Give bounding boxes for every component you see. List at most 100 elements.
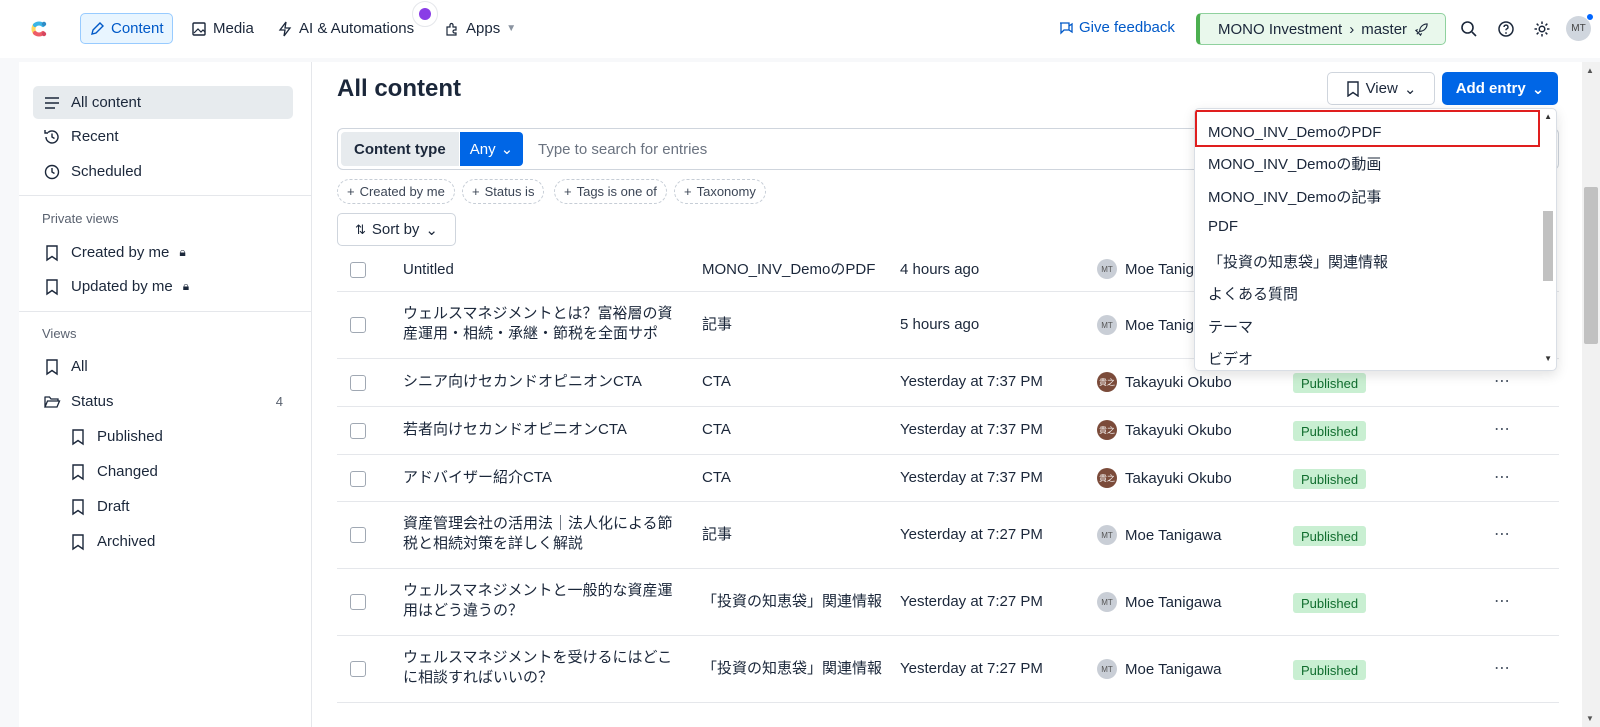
add-entry-button[interactable]: Add entry ⌄ [1442,72,1558,105]
table-row[interactable]: 資産管理会社の活用法｜法人化による節税と相続対策を詳しく解説 記事 Yester… [337,502,1559,569]
filter-chip-tags[interactable]: + Tags is one of [554,179,667,204]
chevron-down-icon: ⌄ [1531,80,1545,98]
more-options-icon[interactable]: ⋯ [1494,658,1511,678]
page-scrollbar[interactable] [1582,62,1600,727]
entry-author: MT Moe Tanig [1097,259,1194,279]
entry-content-type: CTA [702,421,731,438]
scroll-up-icon[interactable]: ▲ [1544,112,1552,121]
nav-ai-automations[interactable]: AI & Automations [269,13,422,44]
notification-dot [1586,13,1594,21]
dropdown-item[interactable]: 「投資の知恵袋」関連情報 [1208,251,1388,272]
nav-media[interactable]: Media [183,13,262,44]
table-row[interactable]: ウェルスマネジメントと一般的な資産運用はどう違うの？ 「投資の知恵袋」関連情報 … [337,569,1559,636]
status-badge: Published [1293,526,1367,546]
sidebar-item-created-by-me[interactable]: Created by me 🔒︎ [33,236,293,269]
give-feedback-label: Give feedback [1079,19,1175,36]
search-icon[interactable] [1459,19,1479,39]
give-feedback-link[interactable]: Give feedback [1058,19,1175,36]
entry-title[interactable]: ウェルスマネジメントとは？富裕層の資産運用・相続・承継・節税を全面サポー… [403,304,683,346]
chevron-down-icon: ⌄ [500,141,514,158]
chevron-down-icon: ⌄ [425,221,438,239]
entry-updated: Yesterday at 7:37 PM [900,373,1043,390]
sidebar-item-recent[interactable]: Recent [33,120,293,153]
author-avatar: MT [1097,592,1117,612]
row-checkbox[interactable] [350,661,366,677]
chip-label: Status is [484,184,535,199]
sidebar-item-label: Draft [97,498,130,515]
bookmark-icon [46,358,58,375]
scroll-down-icon[interactable]: ▼ [1586,714,1594,723]
row-checkbox[interactable] [350,423,366,439]
sidebar-item-archived[interactable]: Archived [59,525,293,558]
row-checkbox[interactable] [350,594,366,610]
dropdown-item[interactable]: よくある質問 [1208,283,1298,304]
nav-apps[interactable]: Apps ▼ [436,13,524,44]
filter-chip-status[interactable]: + Status is [462,179,545,204]
table-row[interactable]: 若者向けセカンドオピニオンCTA CTA Yesterday at 7:37 P… [337,407,1559,455]
more-options-icon[interactable]: ⋯ [1494,467,1511,487]
add-entry-dropdown: MONO_INV_DemoのPDF MONO_INV_Demoの動画 MONO_… [1194,108,1557,371]
row-checkbox[interactable] [350,527,366,543]
filter-chip-taxonomy[interactable]: + Taxonomy [674,179,766,204]
contentful-logo[interactable] [26,16,52,42]
dropdown-item[interactable]: MONO_INV_DemoのPDF [1208,121,1381,142]
sidebar-item-scheduled[interactable]: Scheduled [33,155,293,188]
row-checkbox[interactable] [350,262,366,278]
page-title: All content [337,75,461,102]
user-avatar[interactable]: MT [1566,13,1594,41]
entry-title[interactable]: シニア向けセカンドオピニオンCTA [403,372,683,392]
sort-by-button[interactable]: ⇅ Sort by ⌄ [337,213,456,246]
author-avatar: MT [1097,315,1117,335]
space-environment-switcher[interactable]: MONO Investment › master [1196,13,1446,45]
sidebar-item-published[interactable]: Published [59,420,293,453]
entry-title[interactable]: ウェルスマネジメントを受けるにはどこに相談すればいいの？ [403,648,683,688]
sidebar-item-label: Updated by me [71,278,173,295]
table-row[interactable]: ウェルスマネジメントを受けるにはどこに相談すればいいの？ 「投資の知恵袋」関連情… [337,636,1559,703]
view-button[interactable]: View ⌄ [1327,72,1435,105]
more-options-icon[interactable]: ⋯ [1494,419,1511,439]
search-input[interactable]: Type to search for entries [538,141,707,158]
status-badge: Published [1293,593,1367,613]
sidebar-item-updated-by-me[interactable]: Updated by me 🔒︎ [33,270,293,303]
lock-icon: 🔒︎ [179,245,186,259]
sidebar-item-changed[interactable]: Changed [59,455,293,488]
row-checkbox[interactable] [350,317,366,333]
dropdown-scrollbar-thumb[interactable] [1543,211,1553,281]
entry-title[interactable]: Untitled [403,260,683,280]
puzzle-icon [446,22,457,36]
dropdown-item[interactable]: テーマ [1208,316,1253,337]
entry-title[interactable]: アドバイザー紹介CTA [403,468,683,488]
entry-title[interactable]: 若者向けセカンドオピニオンCTA [403,420,683,440]
author-avatar: 貴之 [1097,372,1117,392]
sidebar-item-status[interactable]: Status 4 [33,385,293,418]
more-options-icon[interactable]: ⋯ [1494,524,1511,544]
view-button-label: View [1365,80,1398,97]
entry-title[interactable]: 資産管理会社の活用法｜法人化による節税と相続対策を詳しく解説 [403,514,683,554]
dropdown-item[interactable]: ビデオ [1208,348,1253,369]
entry-title[interactable]: ウェルスマネジメントと一般的な資産運用はどう違うの？ [403,581,683,621]
page-scrollbar-thumb[interactable] [1584,187,1598,344]
bookmark-icon [46,278,58,295]
more-options-icon[interactable]: ⋯ [1494,371,1511,391]
nav-content[interactable]: Content [80,13,173,44]
dropdown-item[interactable]: MONO_INV_Demoの動画 [1208,153,1381,174]
more-options-icon[interactable]: ⋯ [1494,591,1511,611]
dropdown-item[interactable]: MONO_INV_Demoの記事 [1208,186,1381,207]
bookmark-icon [1346,80,1359,97]
row-checkbox[interactable] [350,471,366,487]
gear-icon[interactable] [1532,19,1552,39]
sidebar-item-all-content[interactable]: All content [33,86,293,119]
scroll-up-icon[interactable]: ▲ [1586,66,1594,75]
content-type-select[interactable]: Any ⌄ [460,132,523,166]
sidebar-item-label: Recent [71,128,119,145]
scroll-down-icon[interactable]: ▼ [1544,354,1552,363]
bookmark-icon [72,498,84,515]
sidebar-item-draft[interactable]: Draft [59,490,293,523]
row-checkbox[interactable] [350,375,366,391]
help-icon[interactable] [1496,19,1516,39]
entry-content-type: CTA [702,469,731,486]
filter-chip-created-by-me[interactable]: + Created by me [337,179,455,204]
table-row[interactable]: アドバイザー紹介CTA CTA Yesterday at 7:37 PM 貴之 T… [337,455,1559,502]
dropdown-item[interactable]: PDF [1208,218,1238,235]
sidebar-item-all[interactable]: All [33,350,293,383]
